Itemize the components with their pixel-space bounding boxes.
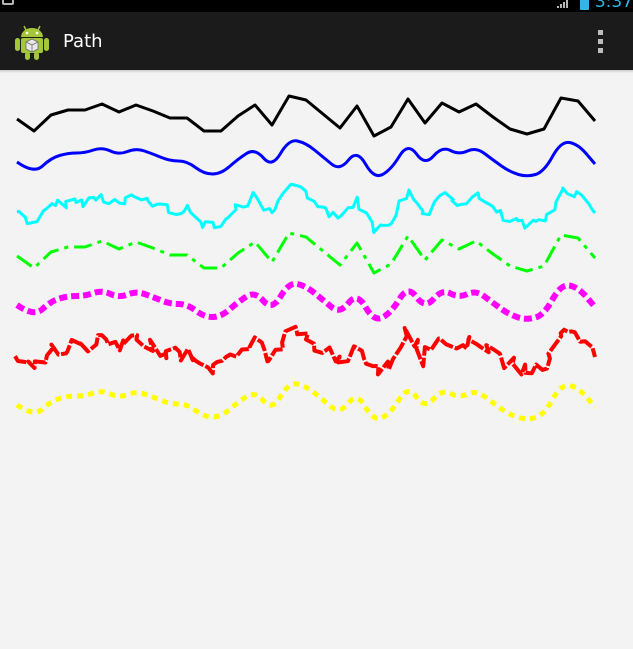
overflow-menu-icon[interactable]: [591, 30, 611, 56]
signal-icon: [557, 0, 569, 10]
android-icon[interactable]: [12, 22, 52, 62]
path-compose: [15, 381, 597, 422]
status-clock: 3:37: [594, 0, 633, 12]
status-bar: 3:37: [0, 0, 633, 12]
path-discrete-dash: [13, 324, 597, 377]
path-straight: [16, 94, 597, 138]
path-discrete: [16, 182, 597, 234]
notification-icon: [2, 0, 14, 5]
page-title: Path: [63, 31, 103, 52]
path-effects-canvas: [13, 94, 598, 422]
path-dash-corner: [15, 280, 598, 322]
path-corner: [16, 139, 597, 178]
path-dash: [16, 231, 597, 275]
action-bar: Path: [0, 12, 633, 70]
battery-icon: [580, 0, 589, 10]
